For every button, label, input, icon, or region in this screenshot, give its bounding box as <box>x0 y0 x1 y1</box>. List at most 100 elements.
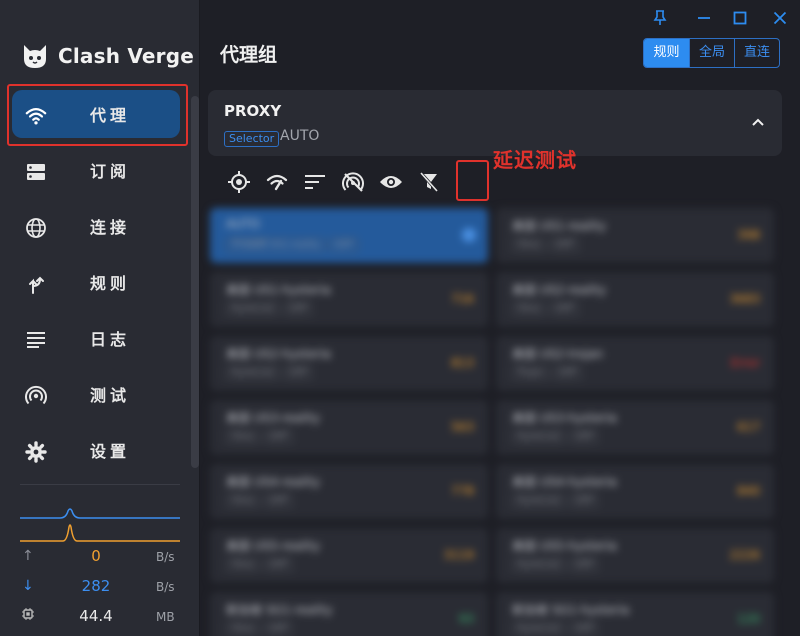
proxy-card[interactable]: AUTO 手动选择 SG1-reality UDP <box>210 208 488 263</box>
proxy-delay[interactable]: 778 <box>451 484 474 498</box>
sidebar-item-settings[interactable]: 设置 <box>0 424 192 480</box>
sidebar-item-connections[interactable]: 连接 <box>0 200 192 256</box>
proxy-delay[interactable]: 3119 <box>443 548 474 562</box>
proxy-delay[interactable]: 93 <box>459 612 474 626</box>
proxy-tag: Vless <box>512 302 546 316</box>
proxy-tag: UDP <box>569 430 599 444</box>
sidebar-item-test[interactable]: 测试 <box>0 368 192 424</box>
sidebar-item-label: 规则 <box>90 274 131 293</box>
proxy-tag: UDP <box>569 558 599 572</box>
proxy-card[interactable]: 新加坡 SG1-reality Vless UDP 93 <box>210 592 488 636</box>
proxy-name: 新加坡 SG1-hysteria <box>512 603 630 617</box>
close-icon[interactable] <box>768 6 792 30</box>
mode-rule-button[interactable]: 规则 <box>644 39 689 67</box>
sidebar-item-rules[interactable]: 规则 <box>0 256 192 312</box>
proxy-tag: 手动选择 SG1-reality <box>226 238 325 252</box>
locate-icon[interactable] <box>220 168 258 196</box>
proxy-card[interactable]: 美国 US2-hysteria Hysteria2 UDP 813 <box>210 336 488 391</box>
proxy-card[interactable]: 美国 US5-reality Vless UDP 3119 <box>210 528 488 583</box>
proxy-tags: Hysteria2 UDP <box>512 494 599 508</box>
proxy-card[interactable]: 美国 US3-reality Vless UDP 563 <box>210 400 488 455</box>
proxy-card[interactable]: 美国 US4-reality Vless UDP 778 <box>210 464 488 519</box>
proxy-tag: UDP <box>552 366 582 380</box>
proxy-name: 美国 US5-reality <box>226 539 321 553</box>
proxy-tags: Hysteria2 UDP <box>226 366 313 380</box>
memory-chip-icon <box>22 608 34 624</box>
proxy-tag: Vless <box>226 430 260 444</box>
wifi-icon <box>24 104 48 128</box>
proxy-name: 新加坡 SG1-reality <box>226 603 333 617</box>
sidebar-item-label: 日志 <box>90 330 131 349</box>
proxy-delay[interactable]: 813 <box>451 356 474 370</box>
proxy-delay[interactable]: 3683 <box>729 292 760 306</box>
highlight-box-delay-test <box>456 160 489 201</box>
proxy-tag: Hysteria2 <box>226 366 280 380</box>
proxy-tag: Hysteria2 <box>512 558 566 572</box>
proxy-delay[interactable]: Error <box>731 356 760 370</box>
list-icon <box>24 328 48 352</box>
proxy-tags: Vless UDP <box>226 622 293 636</box>
main-content: 代理组 规则 全局 直连 PROXY Selector AUTO 延迟测试 AU… <box>200 0 800 636</box>
sidebar: Clash Verge 代理 订阅 连接 规则 日志 测试 设置 ↑ 0 B/s… <box>0 0 200 636</box>
proxy-tag: UDP <box>549 302 579 316</box>
proxy-card[interactable]: 美国 US5-hysteria Hysteria2 UDP 2226 <box>496 528 774 583</box>
proxy-delay[interactable]: 398 <box>737 228 760 242</box>
proxy-name: 美国 US4-hysteria <box>512 475 617 489</box>
sidebar-nav: 代理 订阅 连接 规则 日志 测试 设置 <box>0 88 192 480</box>
proxy-tags: Hysteria2 UDP <box>226 302 313 316</box>
fork-icon <box>24 272 48 296</box>
download-unit: B/s <box>156 580 175 594</box>
proxy-delay[interactable]: 840 <box>737 484 760 498</box>
sort-icon[interactable] <box>296 168 334 196</box>
sidebar-item-profiles[interactable]: 订阅 <box>0 144 192 200</box>
pin-icon[interactable] <box>648 6 672 30</box>
sidebar-scrollbar[interactable] <box>191 96 199 468</box>
arrow-up-icon: ↑ <box>22 548 34 564</box>
proxy-card[interactable]: 美国 US1-hysteria Hysteria2 UDP 716 <box>210 272 488 327</box>
proxy-card[interactable]: 美国 US1-reality Vless UDP 398 <box>496 208 774 263</box>
filter-off-icon[interactable] <box>410 168 448 196</box>
proxy-tag: UDP <box>569 494 599 508</box>
group-name: PROXY <box>224 102 282 120</box>
proxy-name: 美国 US2-hysteria <box>226 347 331 361</box>
minimize-icon[interactable] <box>692 6 716 30</box>
proxy-toolbar <box>220 168 448 196</box>
proxy-delay[interactable]: 617 <box>737 420 760 434</box>
proxy-tag: UDP <box>549 238 579 252</box>
delay-test-icon[interactable] <box>258 168 296 196</box>
proxy-card[interactable]: 美国 US4-hysteria Hysteria2 UDP 840 <box>496 464 774 519</box>
proxy-name: 美国 US2-trojan <box>512 347 604 361</box>
chevron-up-icon[interactable] <box>750 114 766 130</box>
download-value: 282 <box>81 577 111 595</box>
traffic-panel: ↑ 0 B/s ↓ 282 B/s 44.4 MB <box>20 484 180 636</box>
download-speed: ↓ 282 B/s <box>20 577 180 597</box>
proxy-tag: Hysteria2 <box>512 494 566 508</box>
proxy-tag: UDP <box>263 494 293 508</box>
proxy-tag: Hysteria2 <box>512 622 566 636</box>
proxy-delay[interactable]: 2226 <box>729 548 760 562</box>
proxy-card[interactable]: 美国 US2-reality Vless UDP 3683 <box>496 272 774 327</box>
proxy-card[interactable]: 美国 US2-trojan Trojan UDP Error <box>496 336 774 391</box>
hide-unavailable-icon[interactable] <box>334 168 372 196</box>
maximize-icon[interactable] <box>728 6 752 30</box>
eye-icon[interactable] <box>372 168 410 196</box>
mode-direct-button[interactable]: 直连 <box>734 39 779 67</box>
proxy-name: AUTO <box>226 217 260 231</box>
storage-icon <box>24 160 48 184</box>
mode-global-button[interactable]: 全局 <box>689 39 734 67</box>
proxy-name: 美国 US1-reality <box>512 219 607 233</box>
proxy-tag: Hysteria2 <box>226 302 280 316</box>
proxy-tags: Vless UDP <box>226 494 293 508</box>
proxy-tag: Hysteria2 <box>512 430 566 444</box>
proxy-tags: Hysteria2 UDP <box>512 430 599 444</box>
proxy-card[interactable]: 美国 US3-hysteria Hysteria2 UDP 617 <box>496 400 774 455</box>
proxy-card[interactable]: 新加坡 SG1-hysteria Hysteria2 UDP 120 <box>496 592 774 636</box>
sidebar-item-label: 设置 <box>90 442 131 461</box>
selected-check-icon <box>462 228 476 242</box>
sidebar-item-logs[interactable]: 日志 <box>0 312 192 368</box>
proxy-delay[interactable]: 716 <box>451 292 474 306</box>
proxy-delay[interactable]: 120 <box>737 612 760 626</box>
memory-value: 44.4 <box>79 607 113 625</box>
proxy-delay[interactable]: 563 <box>451 420 474 434</box>
app-name: Clash Verge <box>58 44 195 68</box>
